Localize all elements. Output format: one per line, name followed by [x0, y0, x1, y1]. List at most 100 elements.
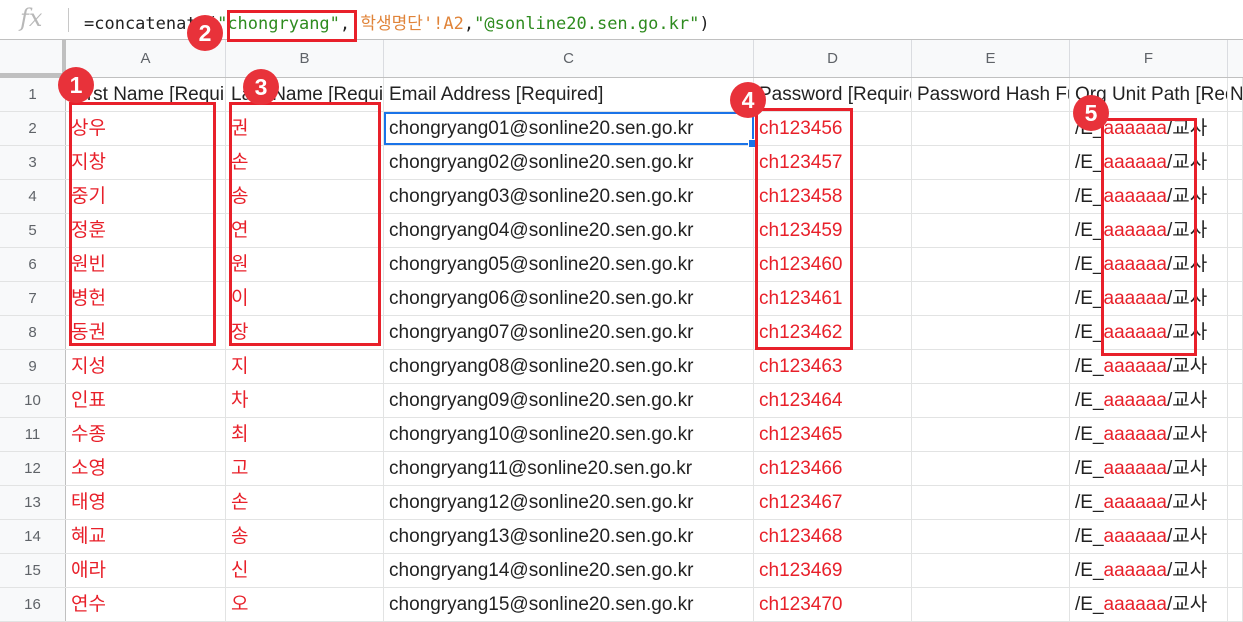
cell-last-name[interactable]: 지 [226, 350, 384, 383]
cell-password-hash[interactable] [912, 452, 1070, 485]
cell-next[interactable] [1228, 350, 1243, 383]
cell-first-name[interactable]: 태영 [66, 486, 226, 519]
cell-password[interactable]: ch123457 [754, 146, 912, 179]
cell-next[interactable] [1228, 486, 1243, 519]
cell-password[interactable]: ch123461 [754, 282, 912, 315]
header-cell-password-hash[interactable]: Password Hash Function [912, 78, 1070, 111]
cell-email[interactable]: chongryang06@sonline20.sen.go.kr [384, 282, 754, 315]
cell-next[interactable] [1228, 418, 1243, 451]
cell-password[interactable]: ch123460 [754, 248, 912, 281]
row-number[interactable]: 8 [0, 316, 66, 349]
cell-first-name[interactable]: 인표 [66, 384, 226, 417]
cell-password-hash[interactable] [912, 486, 1070, 519]
cell-next[interactable] [1228, 248, 1243, 281]
cell-password-hash[interactable] [912, 146, 1070, 179]
column-header-d[interactable]: D [754, 40, 912, 77]
row-number[interactable]: 4 [0, 180, 66, 213]
row-number[interactable]: 1 [0, 78, 66, 111]
cell-password-hash[interactable] [912, 384, 1070, 417]
cell-next[interactable] [1228, 316, 1243, 349]
cell-first-name[interactable]: 병헌 [66, 282, 226, 315]
cell-last-name[interactable]: 차 [226, 384, 384, 417]
cell-first-name[interactable]: 원빈 [66, 248, 226, 281]
cell-email[interactable]: chongryang02@sonline20.sen.go.kr [384, 146, 754, 179]
row-number[interactable]: 9 [0, 350, 66, 383]
cell-last-name[interactable]: 고 [226, 452, 384, 485]
cell-password-hash[interactable] [912, 418, 1070, 451]
cell-org-unit[interactable]: /E_aaaaaa/교사 [1070, 282, 1228, 315]
cell-password-hash[interactable] [912, 180, 1070, 213]
cell-next[interactable] [1228, 384, 1243, 417]
cell-email[interactable]: chongryang05@sonline20.sen.go.kr [384, 248, 754, 281]
cell-email[interactable]: chongryang09@sonline20.sen.go.kr [384, 384, 754, 417]
cell-password-hash[interactable] [912, 214, 1070, 247]
cell-email[interactable]: chongryang12@sonline20.sen.go.kr [384, 486, 754, 519]
cell-org-unit[interactable]: /E_aaaaaa/교사 [1070, 146, 1228, 179]
cell-first-name[interactable]: 상우 [66, 112, 226, 145]
row-number[interactable]: 12 [0, 452, 66, 485]
cell-password[interactable]: ch123467 [754, 486, 912, 519]
cell-email[interactable]: chongryang10@sonline20.sen.go.kr [384, 418, 754, 451]
row-number[interactable]: 14 [0, 520, 66, 553]
cell-email[interactable]: chongryang15@sonline20.sen.go.kr [384, 588, 754, 621]
cell-first-name[interactable]: 정훈 [66, 214, 226, 247]
selection-fill-handle[interactable] [748, 139, 757, 148]
cell-password[interactable]: ch123463 [754, 350, 912, 383]
cell-password-hash[interactable] [912, 248, 1070, 281]
cell-org-unit[interactable]: /E_aaaaaa/교사 [1070, 418, 1228, 451]
cell-email[interactable]: chongryang01@sonline20.sen.go.kr [384, 112, 754, 145]
cell-first-name[interactable]: 수종 [66, 418, 226, 451]
row-number[interactable]: 7 [0, 282, 66, 315]
cell-email[interactable]: chongryang14@sonline20.sen.go.kr [384, 554, 754, 587]
cell-password-hash[interactable] [912, 520, 1070, 553]
cell-next[interactable] [1228, 588, 1243, 621]
cell-next[interactable] [1228, 112, 1243, 145]
row-number[interactable]: 6 [0, 248, 66, 281]
cell-password[interactable]: ch123465 [754, 418, 912, 451]
cell-password-hash[interactable] [912, 554, 1070, 587]
cell-first-name[interactable]: 중기 [66, 180, 226, 213]
cell-next[interactable] [1228, 452, 1243, 485]
column-header-c[interactable]: C [384, 40, 754, 77]
cell-password[interactable]: ch123469 [754, 554, 912, 587]
cell-org-unit[interactable]: /E_aaaaaa/교사 [1070, 452, 1228, 485]
cell-org-unit[interactable]: /E_aaaaaa/교사 [1070, 180, 1228, 213]
cell-password[interactable]: ch123466 [754, 452, 912, 485]
cell-next[interactable] [1228, 282, 1243, 315]
cell-last-name[interactable]: 이 [226, 282, 384, 315]
cell-password-hash[interactable] [912, 350, 1070, 383]
cell-org-unit[interactable]: /E_aaaaaa/교사 [1070, 384, 1228, 417]
cell-last-name[interactable]: 신 [226, 554, 384, 587]
cell-org-unit[interactable]: /E_aaaaaa/교사 [1070, 486, 1228, 519]
cell-password[interactable]: ch123464 [754, 384, 912, 417]
cell-next[interactable] [1228, 554, 1243, 587]
cell-last-name[interactable]: 손 [226, 486, 384, 519]
cell-email[interactable]: chongryang07@sonline20.sen.go.kr [384, 316, 754, 349]
cell-org-unit[interactable]: /E_aaaaaa/교사 [1070, 214, 1228, 247]
cell-first-name[interactable]: 혜교 [66, 520, 226, 553]
cell-email[interactable]: chongryang04@sonline20.sen.go.kr [384, 214, 754, 247]
cell-org-unit[interactable]: /E_aaaaaa/교사 [1070, 248, 1228, 281]
cell-password[interactable]: ch123458 [754, 180, 912, 213]
header-cell-password[interactable]: Password [Required] [754, 78, 912, 111]
cell-org-unit[interactable]: /E_aaaaaa/교사 [1070, 350, 1228, 383]
cell-last-name[interactable]: 최 [226, 418, 384, 451]
cell-password[interactable]: ch123462 [754, 316, 912, 349]
cell-password[interactable]: ch123456 [754, 112, 912, 145]
cell-first-name[interactable]: 동권 [66, 316, 226, 349]
cell-first-name[interactable]: 연수 [66, 588, 226, 621]
row-number[interactable]: 16 [0, 588, 66, 621]
cell-email[interactable]: chongryang13@sonline20.sen.go.kr [384, 520, 754, 553]
cell-password[interactable]: ch123459 [754, 214, 912, 247]
cell-password[interactable]: ch123468 [754, 520, 912, 553]
cell-email[interactable]: chongryang08@sonline20.sen.go.kr [384, 350, 754, 383]
formula-input[interactable]: =concatenate("chongryang",'학생명단'!A2,"@so… [84, 9, 710, 34]
cell-last-name[interactable]: 장 [226, 316, 384, 349]
cell-last-name[interactable]: 오 [226, 588, 384, 621]
cell-next[interactable] [1228, 520, 1243, 553]
row-number[interactable]: 2 [0, 112, 66, 145]
cell-password-hash[interactable] [912, 316, 1070, 349]
cell-first-name[interactable]: 지성 [66, 350, 226, 383]
row-number[interactable]: 5 [0, 214, 66, 247]
cell-password[interactable]: ch123470 [754, 588, 912, 621]
